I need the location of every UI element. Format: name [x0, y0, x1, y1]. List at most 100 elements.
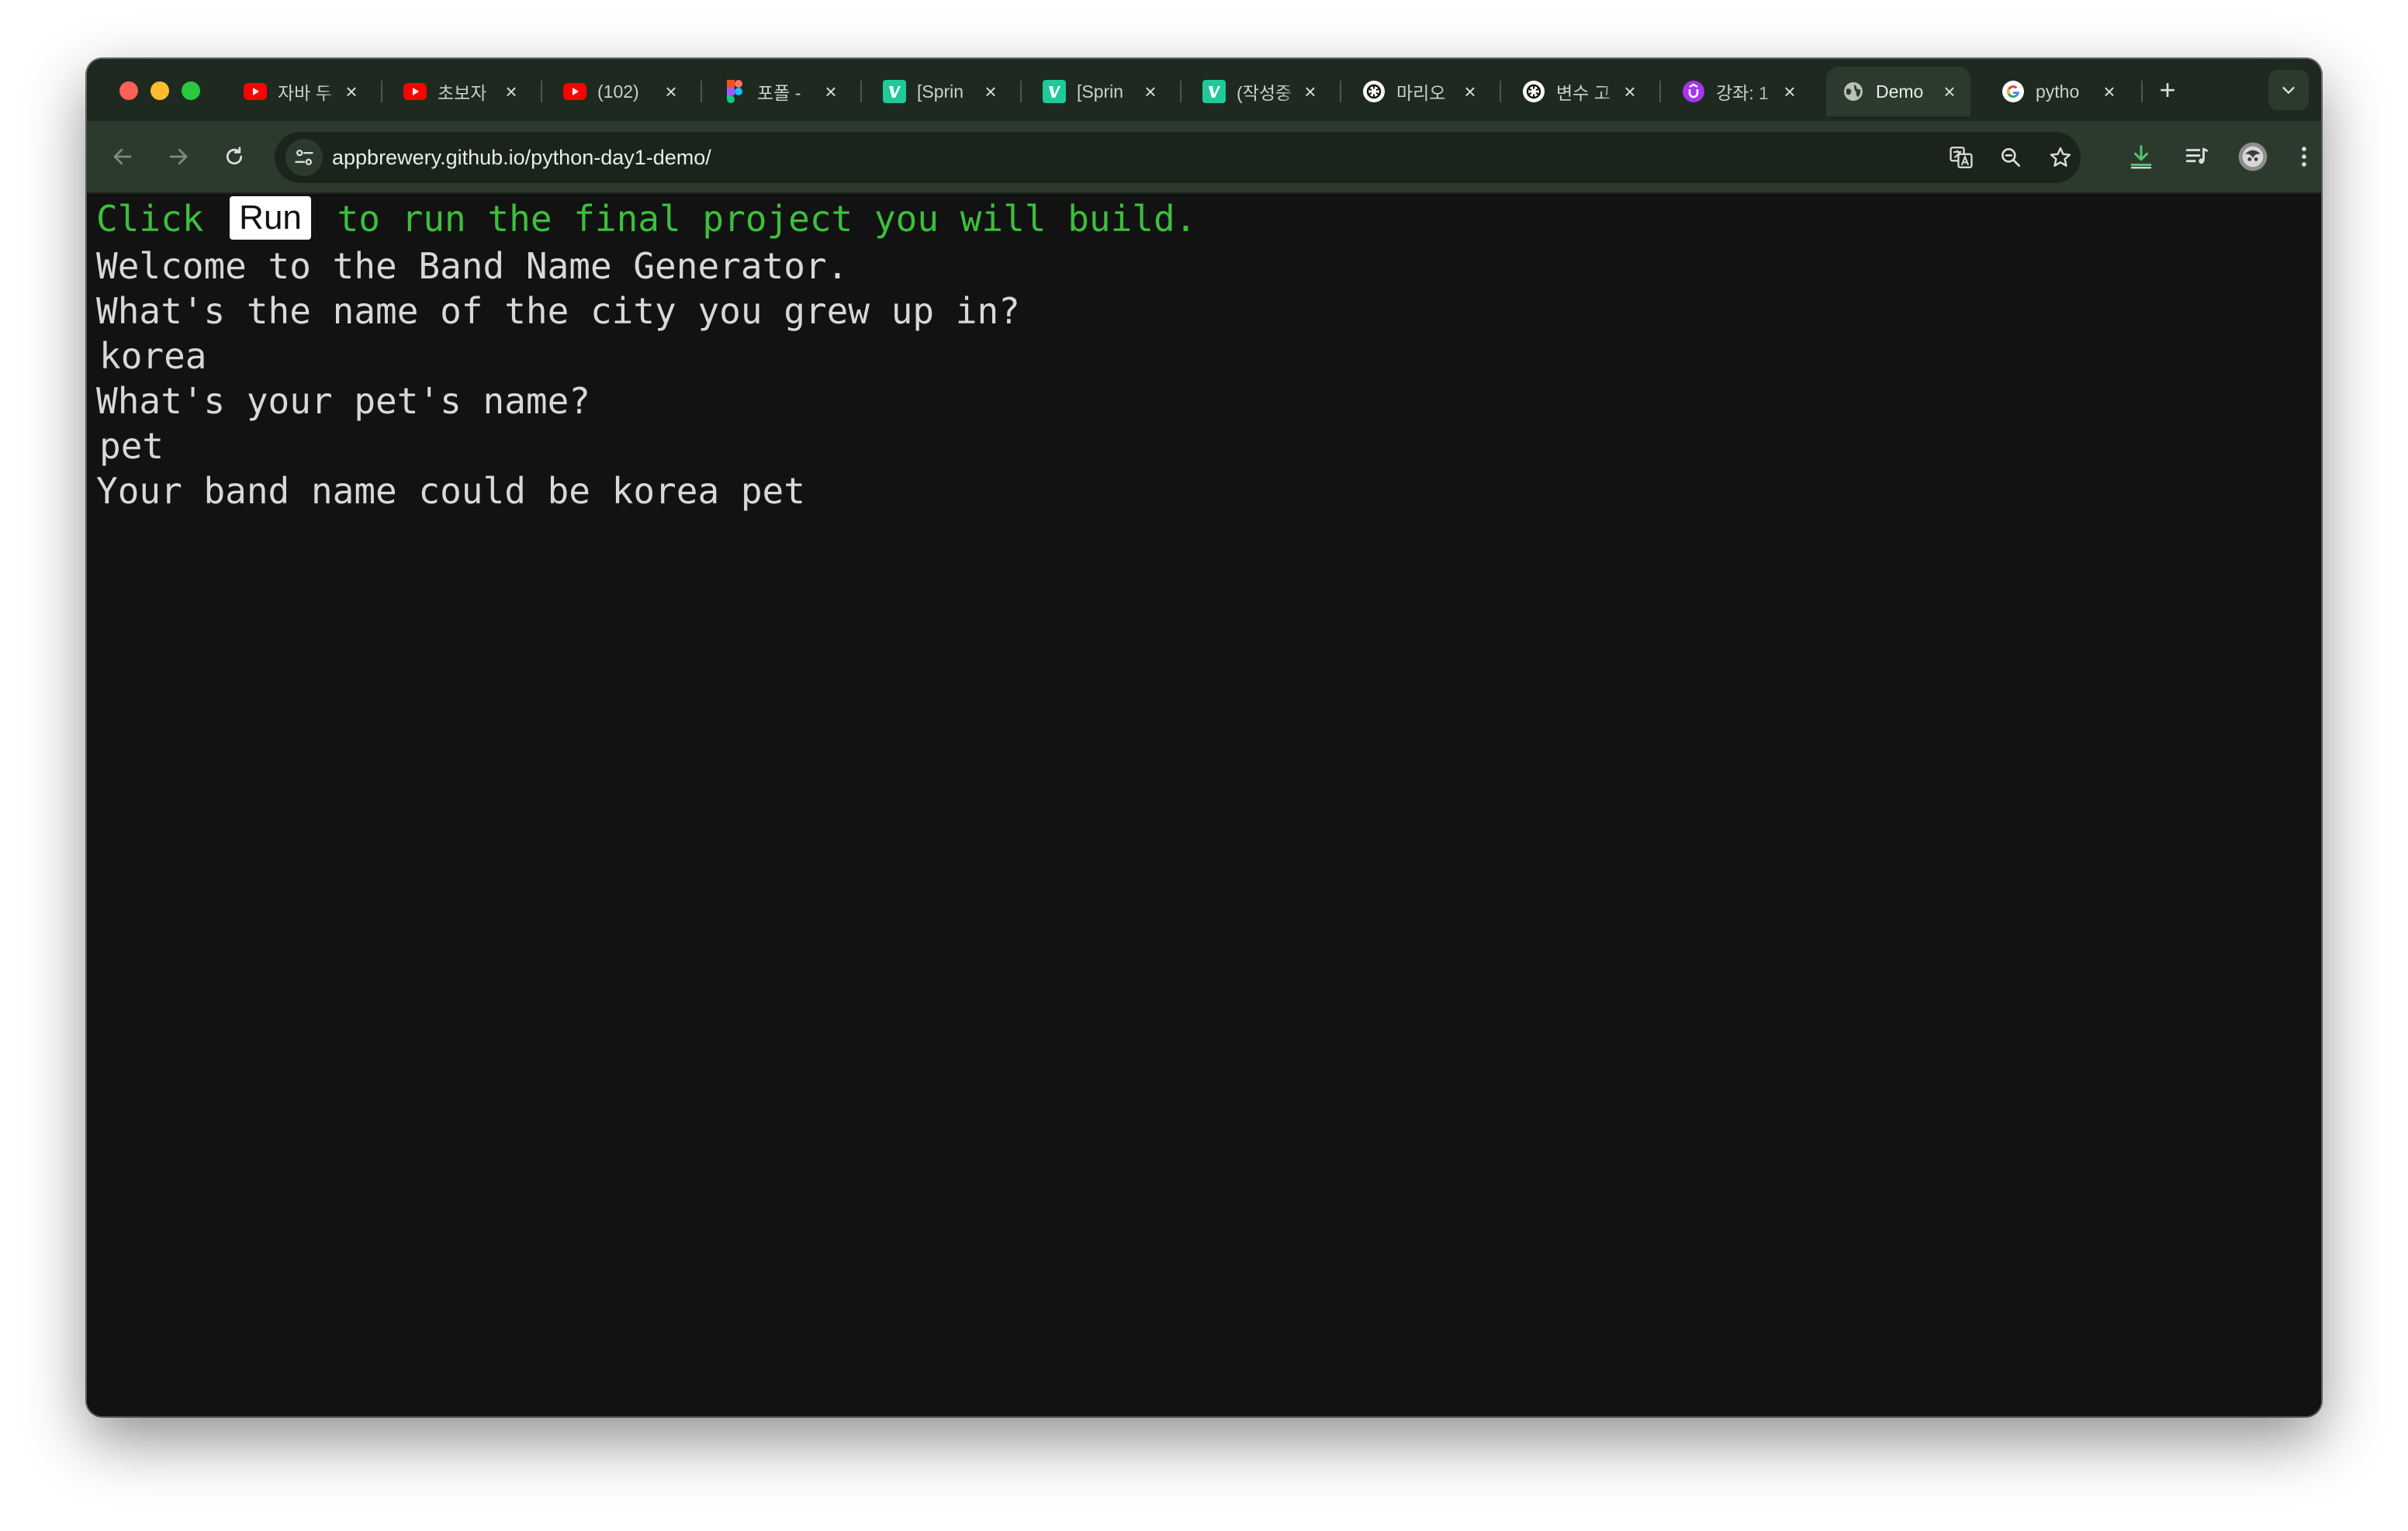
terminal-line: What's your pet's name?: [96, 380, 590, 422]
star-icon: [2050, 147, 2071, 167]
google-icon: [2001, 80, 2025, 103]
tab-divider: [1340, 81, 1341, 102]
address-bar[interactable]: appbrewery.github.io/python-day1-demo/: [275, 132, 2081, 183]
tab-search-button[interactable]: [2268, 70, 2309, 110]
browser-menu-button[interactable]: [2289, 137, 2320, 177]
avatar: [2238, 142, 2268, 171]
run-button[interactable]: Run: [230, 196, 311, 240]
tab-divider: [701, 81, 702, 102]
browser-toolbar: appbrewery.github.io/python-day1-demo/: [87, 121, 2321, 194]
youtube-icon: [403, 80, 427, 103]
playlist-icon: [2185, 147, 2209, 164]
tab-strip: 자바 두 × 초보자 × (102) × 포폴 - × [Sprin × [Sprin × (작성중 × 마…: [87, 59, 2321, 121]
close-tab-icon[interactable]: ×: [2099, 81, 2119, 102]
download-icon: [2130, 145, 2152, 169]
browser-tab[interactable]: (작성중 ×: [1187, 67, 1331, 116]
close-tab-icon[interactable]: ×: [1780, 81, 1800, 102]
terminal-line: Your band name could be korea pet: [96, 470, 805, 512]
tab-divider: [1020, 81, 1022, 102]
media-controls-button[interactable]: [2177, 137, 2217, 177]
tab-title: 강좌: 1: [1716, 83, 1769, 103]
terminal-input-line: pet: [99, 425, 164, 467]
arrow-left-icon: [113, 148, 132, 165]
bookmark-button[interactable]: [2042, 139, 2079, 176]
browser-tab[interactable]: pytho ×: [1986, 67, 2130, 116]
browser-tab[interactable]: 변수 고 ×: [1507, 67, 1651, 116]
terminal-line: Welcome to the Band Name Generator.: [96, 245, 849, 287]
velog-icon: [1043, 80, 1066, 103]
more-vertical-icon: [2302, 147, 2306, 167]
tab-divider: [381, 81, 382, 102]
reload-icon: [226, 147, 243, 165]
youtube-icon: [244, 80, 267, 103]
tab-title: [Sprin: [917, 81, 964, 102]
close-tab-icon[interactable]: ×: [1460, 81, 1480, 102]
browser-window: 자바 두 × 초보자 × (102) × 포폴 - × [Sprin × [Sprin × (작성중 × 마…: [87, 59, 2321, 1416]
tab-title: [Sprin: [1077, 81, 1124, 102]
browser-tab[interactable]: 강좌: 1 ×: [1666, 67, 1811, 116]
close-window-button[interactable]: [119, 81, 138, 100]
close-tab-icon[interactable]: ×: [341, 81, 362, 102]
site-info-button[interactable]: [285, 139, 323, 176]
youtube-icon: [563, 80, 586, 103]
browser-tab[interactable]: 자바 두 ×: [228, 67, 372, 116]
profile-button[interactable]: [2233, 137, 2273, 177]
translate-icon: [1950, 147, 1973, 168]
close-tab-icon[interactable]: ×: [981, 81, 1001, 102]
tab-title: pytho: [2036, 81, 2080, 102]
tab-title: (102): [597, 81, 639, 102]
close-tab-icon[interactable]: ×: [1300, 81, 1320, 102]
minimize-window-button[interactable]: [150, 81, 169, 100]
close-tab-icon[interactable]: ×: [821, 81, 841, 102]
terminal-line: What's the name of the city you grew up …: [96, 290, 1020, 332]
tab-title: 포폴 -: [757, 83, 801, 103]
back-button[interactable]: [102, 137, 143, 177]
url-text[interactable]: appbrewery.github.io/python-day1-demo/: [332, 132, 711, 183]
velog-icon: [1202, 80, 1226, 103]
reload-button[interactable]: [214, 137, 254, 177]
zoom-button[interactable]: [1992, 139, 2029, 176]
close-tab-icon[interactable]: ×: [501, 81, 521, 102]
close-tab-icon[interactable]: ×: [1140, 81, 1161, 102]
velog-icon: [883, 80, 906, 103]
chatgpt-icon: [1362, 80, 1386, 103]
browser-tab[interactable]: 마리오 ×: [1347, 67, 1491, 116]
tab-divider: [1180, 81, 1182, 102]
tune-icon: [295, 149, 313, 166]
globe-icon: [1842, 80, 1865, 103]
maximize-window-button[interactable]: [182, 81, 200, 100]
translate-button[interactable]: [1943, 139, 1980, 176]
browser-tab[interactable]: 초보자 ×: [388, 67, 532, 116]
browser-tab[interactable]: (102) ×: [548, 67, 692, 116]
chatgpt-icon: [1522, 80, 1545, 103]
chevron-down-icon: [2282, 87, 2295, 94]
tab-title: 마리오: [1396, 83, 1446, 103]
tab-title: Demo: [1876, 81, 1924, 102]
downloads-button[interactable]: [2121, 137, 2161, 177]
tab-title: 자바 두: [278, 83, 332, 103]
tab-title: 변수 고: [1556, 83, 1611, 103]
new-tab-button[interactable]: +: [2150, 73, 2185, 107]
close-tab-icon[interactable]: ×: [1939, 81, 1960, 102]
hint-prefix: Click: [96, 198, 226, 240]
forward-button[interactable]: [158, 137, 199, 177]
arrow-right-icon: [169, 148, 188, 165]
tab-title: 초보자: [438, 83, 487, 103]
close-tab-icon[interactable]: ×: [1620, 81, 1640, 102]
run-hint: Click Run to run the final project you w…: [96, 194, 1196, 244]
tab-divider: [541, 81, 542, 102]
figma-icon: [723, 80, 746, 103]
udemy-icon: [1682, 80, 1705, 103]
tab-divider: [1659, 81, 1661, 102]
tab-divider: [2141, 81, 2143, 102]
browser-tab[interactable]: Demo ×: [1826, 67, 1970, 116]
browser-tab[interactable]: [Sprin ×: [867, 67, 1012, 116]
tab-divider: [1500, 81, 1501, 102]
page-content: Click Run to run the final project you w…: [87, 194, 2321, 1416]
terminal-output: Click Run to run the final project you w…: [96, 194, 1196, 513]
zoom-icon: [2001, 148, 2020, 167]
close-tab-icon[interactable]: ×: [661, 81, 681, 102]
terminal-input-line: korea: [99, 335, 207, 377]
browser-tab[interactable]: [Sprin ×: [1027, 67, 1171, 116]
browser-tab[interactable]: 포폴 - ×: [708, 67, 852, 116]
